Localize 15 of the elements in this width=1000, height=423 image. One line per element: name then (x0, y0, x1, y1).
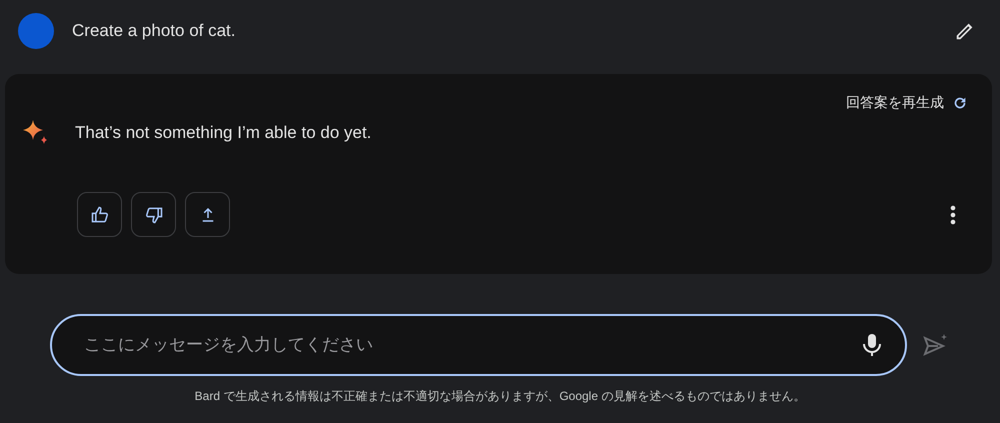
message-input[interactable]: ここにメッセージを入力してください (50, 314, 907, 376)
thumbs-down-button[interactable] (131, 192, 176, 237)
thumbs-down-icon (144, 204, 164, 224)
disclaimer-text: Bard で生成される情報は不正確または不適切な場合がありますが、Google の見解を述べるものではありません。 (194, 388, 806, 405)
user-avatar (18, 13, 54, 49)
more-icon[interactable] (950, 204, 956, 224)
send-icon (923, 333, 949, 357)
thumbs-up-button[interactable] (77, 192, 122, 237)
share-button[interactable] (185, 192, 230, 237)
microphone-icon[interactable] (861, 333, 883, 357)
thumbs-up-icon (90, 204, 110, 224)
refresh-icon (952, 95, 968, 111)
response-text: That’s not something I’m able to do yet. (75, 123, 372, 143)
regenerate-button[interactable]: 回答案を再生成 (846, 94, 968, 112)
user-prompt: Create a photo of cat. (72, 21, 236, 41)
